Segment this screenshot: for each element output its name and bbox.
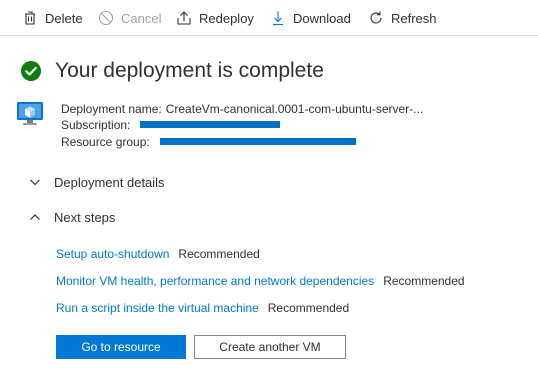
- download-label: Download: [293, 10, 351, 26]
- page-title: Your deployment is complete: [55, 59, 324, 82]
- redeploy-label: Redeploy: [199, 10, 254, 26]
- chevron-up-icon: [28, 210, 42, 224]
- recommended-badge: Recommended: [178, 247, 260, 261]
- delete-label: Delete: [45, 10, 83, 26]
- setup-auto-shutdown-link[interactable]: Setup auto-shutdown: [56, 247, 169, 261]
- trash-icon: [22, 10, 38, 26]
- delete-button[interactable]: Delete: [22, 8, 83, 28]
- deployment-name-value: CreateVm-canonical.0001-com-ubuntu-serve…: [165, 102, 424, 116]
- run-script-link[interactable]: Run a script inside the virtual machine: [56, 301, 259, 315]
- redeploy-button[interactable]: Redeploy: [176, 8, 254, 28]
- cancel-button[interactable]: Cancel: [98, 8, 161, 28]
- refresh-button[interactable]: Refresh: [368, 8, 437, 28]
- next-steps-label: Next steps: [54, 209, 116, 225]
- chevron-down-icon: [28, 175, 42, 189]
- recommended-badge: Recommended: [383, 274, 465, 288]
- deployment-details-label: Deployment details: [54, 174, 165, 190]
- next-step-item: Monitor VM health, performance and netwo…: [56, 272, 465, 290]
- next-step-item: Run a script inside the virtual machine R…: [56, 299, 349, 317]
- create-another-vm-button[interactable]: Create another VM: [194, 335, 346, 359]
- virtual-machine-icon: [16, 100, 44, 128]
- cancel-label: Cancel: [121, 10, 162, 26]
- deployment-name-row: Deployment name: CreateVm-canonical.0001-…: [61, 101, 423, 117]
- subscription-redacted-value: [140, 121, 280, 128]
- monitor-vm-health-link[interactable]: Monitor VM health, performance and netwo…: [56, 274, 374, 288]
- resource-group-redacted-value: [160, 138, 356, 145]
- next-steps-toggle[interactable]: Next steps: [28, 207, 115, 227]
- download-icon: [270, 10, 286, 26]
- resource-group-label: Resource group:: [61, 135, 150, 149]
- refresh-label: Refresh: [391, 10, 437, 26]
- next-step-item: Setup auto-shutdown Recommended: [56, 245, 260, 263]
- deployment-details-toggle[interactable]: Deployment details: [28, 172, 165, 192]
- recommended-badge: Recommended: [267, 301, 350, 315]
- subscription-label: Subscription:: [61, 118, 131, 132]
- download-button[interactable]: Download: [270, 8, 351, 28]
- subscription-row: Subscription:: [61, 117, 134, 133]
- success-check-icon: [20, 60, 42, 82]
- cancel-icon: [98, 10, 114, 26]
- refresh-icon: [368, 10, 384, 26]
- go-to-resource-button[interactable]: Go to resource: [56, 335, 186, 359]
- resource-group-row: Resource group:: [61, 134, 154, 150]
- upload-icon: [176, 10, 192, 26]
- command-bar: Delete Cancel Redeploy Download Refresh: [0, 0, 538, 36]
- deployment-name-label: Deployment name:: [61, 102, 162, 116]
- deployment-status-header: Your deployment is complete: [20, 57, 324, 85]
